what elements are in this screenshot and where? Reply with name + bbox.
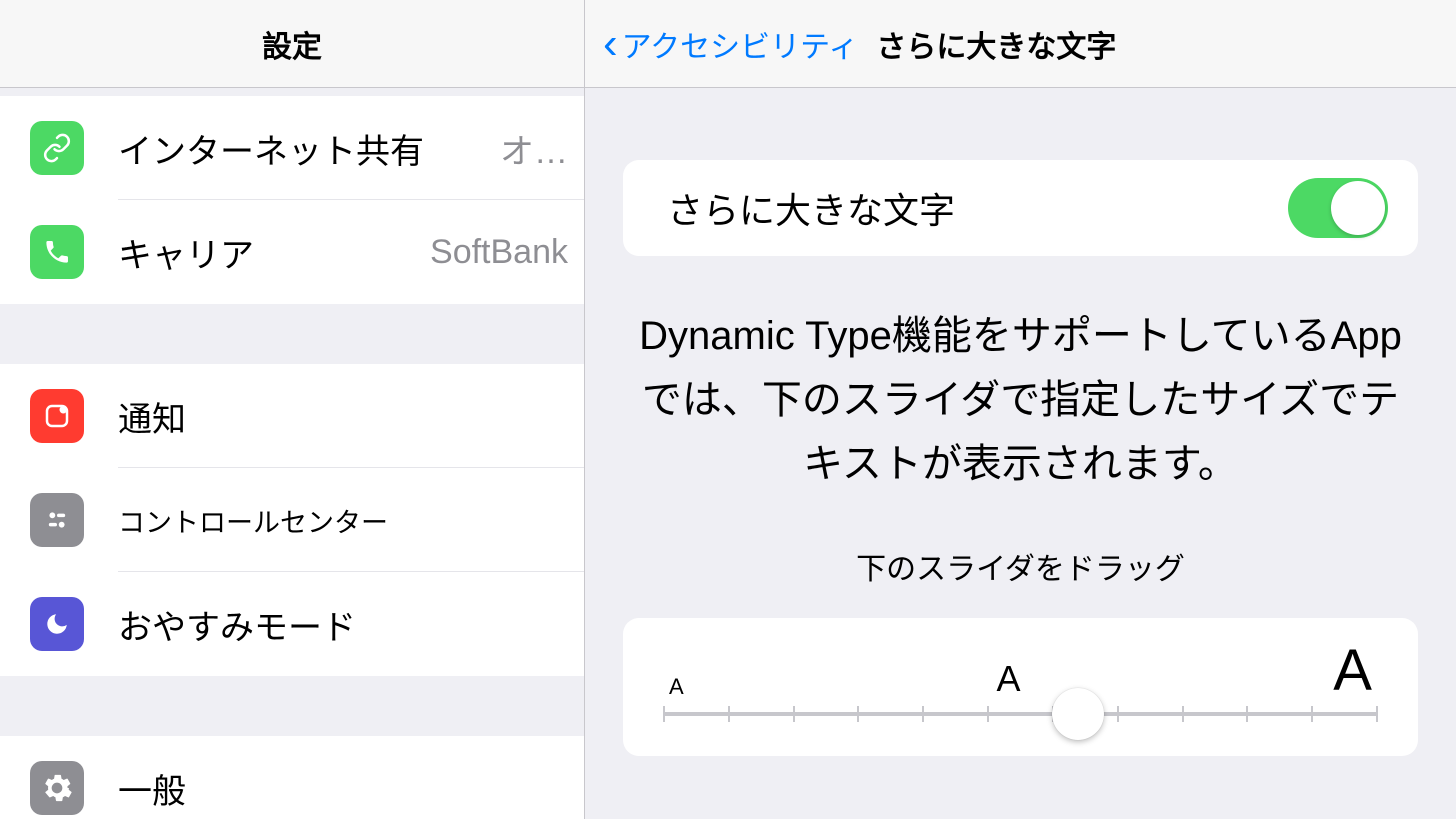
item-label: インターネット共有: [118, 124, 492, 173]
text-size-slider-container: A A A: [623, 618, 1418, 756]
settings-sidebar: 設定 インターネット共有 オ… キャリア SoftBank: [0, 0, 585, 819]
item-label: 一般: [118, 764, 568, 813]
gear-icon: [30, 761, 84, 815]
item-label: キャリア: [118, 228, 422, 277]
slider-track[interactable]: [663, 712, 1378, 716]
sidebar-item-notifications[interactable]: 通知: [0, 364, 584, 468]
sidebar-group-system: 通知 コントロールセンター おやすみモード: [0, 364, 584, 676]
moon-icon: [30, 597, 84, 651]
detail-body: さらに大きな文字 Dynamic Type機能をサポートしているAppでは、下の…: [585, 88, 1456, 819]
slider-thumb[interactable]: [1052, 688, 1104, 740]
slider-ticks: [663, 706, 1378, 722]
slider-label-small: A: [669, 674, 684, 700]
item-label: コントロールセンター: [118, 501, 568, 540]
sidebar-item-general[interactable]: 一般: [0, 736, 584, 819]
back-label: アクセシビリティ: [622, 22, 859, 66]
item-label: おやすみモード: [118, 600, 568, 649]
sidebar-item-dnd[interactable]: おやすみモード: [0, 572, 584, 676]
toggle-knob: [1331, 181, 1385, 235]
sidebar-item-carrier[interactable]: キャリア SoftBank: [0, 200, 584, 304]
toggle-switch[interactable]: [1288, 178, 1388, 238]
slider-labels: A A A: [663, 642, 1378, 700]
detail-title: さらに大きな文字: [876, 22, 1116, 66]
sidebar-content[interactable]: インターネット共有 オ… キャリア SoftBank 通知: [0, 88, 584, 819]
slider-hint: 下のスライダをドラッグ: [585, 544, 1456, 588]
back-button[interactable]: ‹ アクセシビリティ: [585, 22, 858, 66]
sidebar-item-control-center[interactable]: コントロールセンター: [0, 468, 584, 572]
phone-icon: [30, 225, 84, 279]
item-label: 通知: [118, 392, 568, 441]
toggle-label: さらに大きな文字: [667, 182, 955, 234]
item-value: オ…: [500, 124, 568, 173]
link-icon: [30, 121, 84, 175]
detail-header: ‹ アクセシビリティ さらに大きな文字: [585, 0, 1456, 88]
sidebar-title: 設定: [262, 22, 322, 66]
sidebar-header: 設定: [0, 0, 584, 88]
notifications-icon: [30, 389, 84, 443]
sidebar-group-network: インターネット共有 オ… キャリア SoftBank: [0, 96, 584, 304]
dynamic-type-description: Dynamic Type機能をサポートしているAppでは、下のスライダで指定した…: [625, 304, 1416, 496]
control-center-icon: [30, 493, 84, 547]
slider-label-large: A: [1333, 642, 1372, 700]
detail-pane: ‹ アクセシビリティ さらに大きな文字 さらに大きな文字 Dynamic Typ…: [585, 0, 1456, 819]
sidebar-group-general: 一般: [0, 736, 584, 819]
chevron-left-icon: ‹: [603, 22, 618, 66]
larger-text-toggle-row[interactable]: さらに大きな文字: [623, 160, 1418, 256]
item-value: SoftBank: [430, 233, 568, 272]
slider-label-mid: A: [996, 658, 1020, 700]
sidebar-item-hotspot[interactable]: インターネット共有 オ…: [0, 96, 584, 200]
